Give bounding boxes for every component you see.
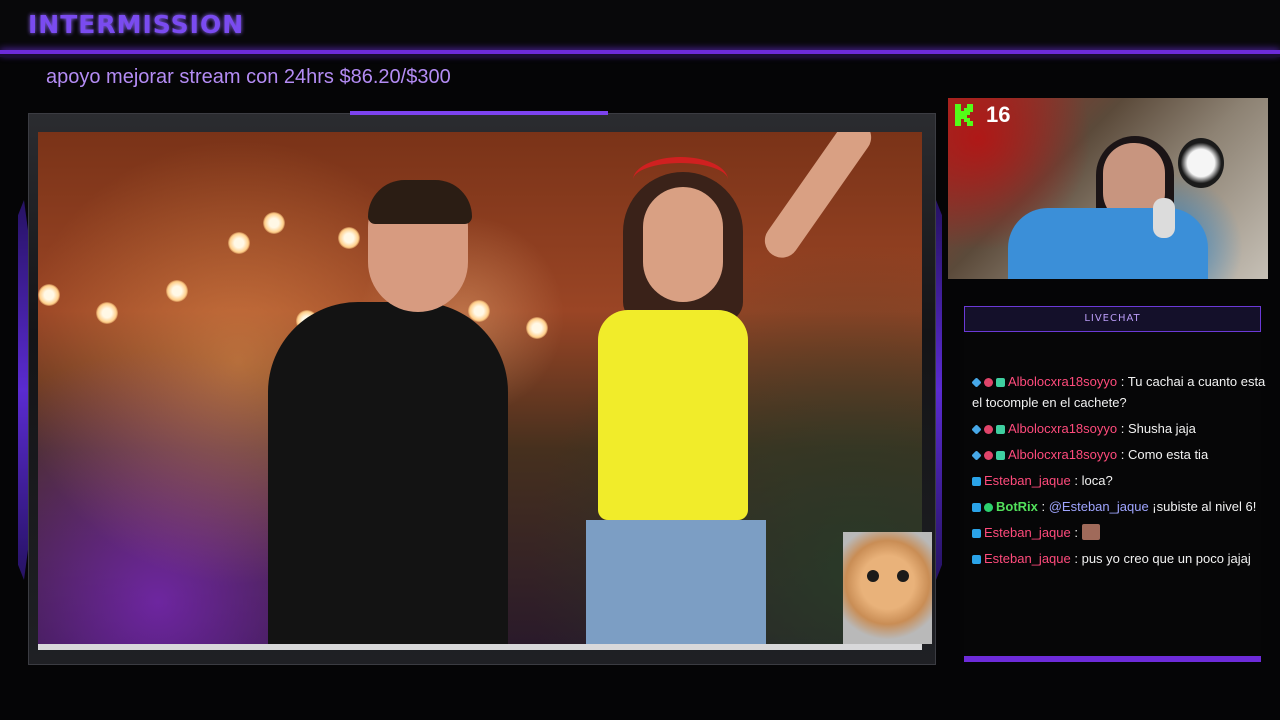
woman-figure [598,310,748,520]
gem-badge-icon [996,378,1005,387]
chat-mention[interactable]: @Esteban_jaque [1049,499,1149,514]
light-bulb [338,227,360,249]
chat-username[interactable]: Albolocxra18soyyo [1008,421,1117,436]
kick-k-icon [955,104,973,126]
blanket [1008,208,1208,279]
chat-separator: : [1117,374,1128,389]
chat-message: Esteban_jaque : pus yo creo que un poco … [972,548,1278,569]
heart-badge-icon [984,451,993,460]
chat-message-list: Albolocxra18soyyo : Tu cachai a cuanto e… [972,372,1278,652]
light-bulb [96,302,118,324]
chat-separator: : [1117,447,1128,462]
man-hair [368,180,472,224]
gem-badge-icon [996,451,1005,460]
chat-text: pus yo creo que un poco jajaj [1081,551,1251,566]
frame-accent [350,111,608,115]
pencil-badge-icon [972,503,981,512]
chat-message: Albolocxra18soyyo : Como esta tia [972,444,1278,465]
chat-text: Shusha jaja [1127,421,1196,436]
chat-username[interactable]: BotRix [996,499,1038,514]
pencil-badge-icon [972,555,981,564]
light-bulb [166,280,188,302]
heart-badge-icon [984,378,993,387]
top-divider-shadow [0,54,1280,57]
livechat-header: LIVECHAT [964,306,1261,332]
face-emote-icon [1081,524,1100,540]
chat-username[interactable]: Esteban_jaque [984,473,1071,488]
microphone [1153,198,1175,238]
light-bulb [263,212,285,234]
chat-message: Albolocxra18soyyo : Tu cachai a cuanto e… [972,372,1278,413]
chat-username[interactable]: Albolocxra18soyyo [1008,447,1117,462]
cat-emote-overlay [843,532,932,644]
chat-text: ¡subiste al nivel 6! [1148,499,1257,514]
left-frame-decoration [18,200,28,580]
donation-goal: apoyo mejorar stream con 24hrs $86.20/$3… [46,66,451,88]
gem-badge-icon [996,425,1005,434]
chat-text: Como esta tia [1127,447,1209,462]
devil-horns [633,157,728,203]
chat-username[interactable]: Esteban_jaque [984,525,1071,540]
livechat-bottom-bar [964,656,1261,662]
woman-arm [758,132,878,265]
chat-separator: : [1070,551,1082,566]
woman-head [643,187,723,302]
light-bulb [38,284,60,306]
heart-badge-icon [984,425,993,434]
chat-message: Esteban_jaque : [972,522,1278,543]
scene-title: INTERMISSION [28,10,245,39]
cube-badge-icon [972,377,982,388]
video-bottom-bar [38,644,922,650]
light-bulb [526,317,548,339]
chat-username[interactable]: Esteban_jaque [984,551,1071,566]
pencil-badge-icon [972,477,981,486]
main-video [38,132,922,644]
chat-message: Albolocxra18soyyo : Shusha jaja [972,418,1278,439]
chat-text: loca? [1081,473,1113,488]
panda-plush [1178,138,1224,188]
pencil-badge-icon [972,529,981,538]
chat-username[interactable]: Albolocxra18soyyo [1008,374,1117,389]
chat-separator: : [1070,525,1082,540]
chat-message: Esteban_jaque : loca? [972,470,1278,491]
cube-badge-icon [972,424,982,435]
man-figure [268,302,508,644]
cube-badge-icon [972,450,982,461]
cat-eye [867,570,879,582]
chat-separator: : [1070,473,1082,488]
woman-jeans [586,520,766,644]
chat-message: BotRix : @Esteban_jaque ¡subiste al nive… [972,496,1278,517]
chat-separator: : [1117,421,1128,436]
shield-badge-icon [984,503,993,512]
cat-eye [897,570,909,582]
chat-separator: : [1037,499,1049,514]
viewer-count: 16 [986,102,1011,127]
light-bulb [228,232,250,254]
